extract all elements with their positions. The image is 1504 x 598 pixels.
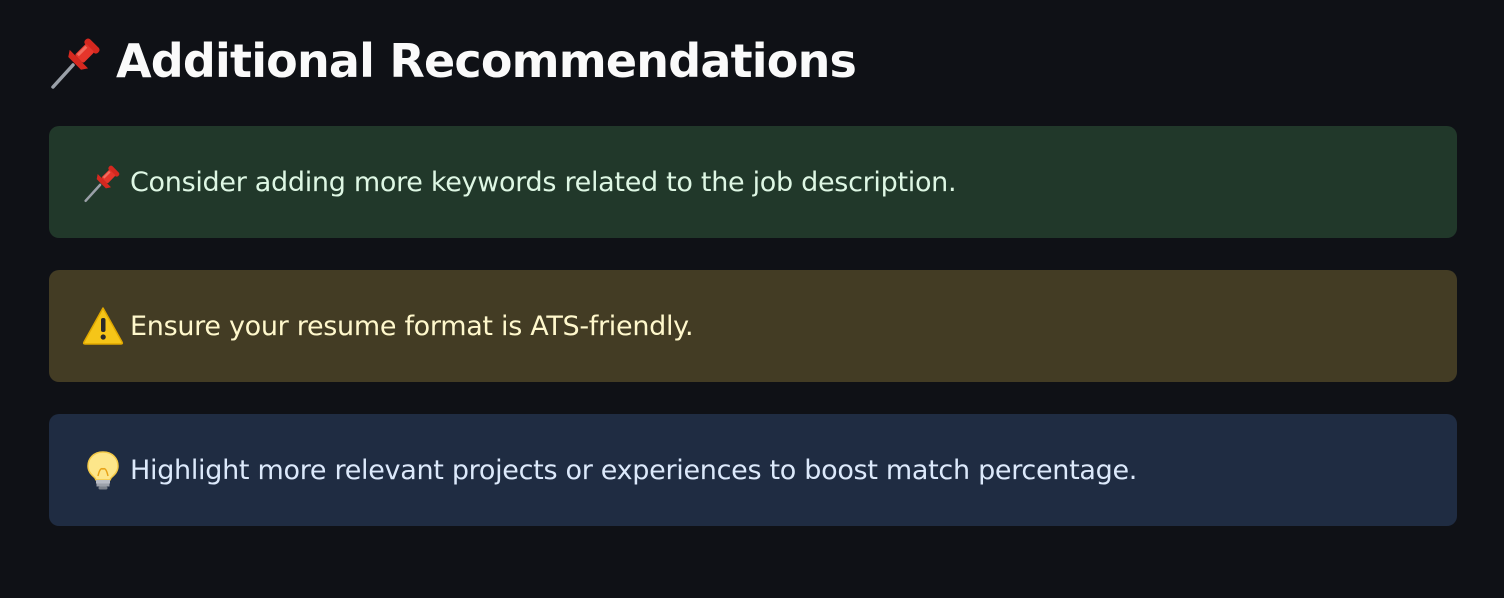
- section-heading: Additional Recommendations: [48, 26, 857, 96]
- warning-alert-text: Ensure your resume format is ATS-friendl…: [130, 310, 694, 342]
- page: Additional Recommendations Consider addi…: [0, 0, 1504, 598]
- success-alert: Consider adding more keywords related to…: [49, 126, 1457, 238]
- warning-alert: Ensure your resume format is ATS-friendl…: [49, 270, 1457, 382]
- heading-title: Additional Recommendations: [116, 34, 857, 88]
- pushpin-icon: [82, 161, 124, 203]
- warning-icon: [82, 305, 124, 347]
- info-alert-text: Highlight more relevant projects or expe…: [130, 454, 1138, 486]
- success-alert-text: Consider adding more keywords related to…: [130, 166, 957, 198]
- lightbulb-icon: [82, 449, 124, 491]
- info-alert: Highlight more relevant projects or expe…: [49, 414, 1457, 526]
- pushpin-icon: [48, 32, 106, 90]
